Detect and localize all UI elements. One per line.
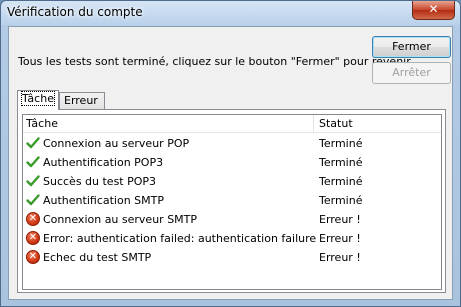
fermer-button-label: Fermer (392, 40, 431, 53)
window-title: Vérification du compte (7, 5, 143, 19)
dialog-client-area: Tous les tests sont terminé, cliquez sur… (8, 26, 453, 300)
arreter-button[interactable]: Arrêter (372, 62, 451, 84)
status-message: Tous les tests sont terminé, cliquez sur… (18, 55, 414, 68)
check-icon (26, 193, 40, 207)
list-header: Tâche Statut (23, 115, 441, 133)
dialog-window: Vérification du compte ✕ Tous les tests … (0, 0, 461, 307)
task-name: Authentification SMTP (43, 194, 164, 207)
tab-tache[interactable]: Tâche (17, 90, 59, 110)
task-list[interactable]: Tâche Statut Connexion au serveur POP Ter… (22, 114, 442, 290)
task-status: Terminé (319, 137, 363, 150)
task-name: Connexion au serveur POP (43, 137, 190, 150)
check-icon (26, 136, 40, 150)
list-item[interactable]: Succès du test POP3 Terminé (23, 172, 441, 191)
arreter-button-label: Arrêter (392, 66, 431, 79)
task-status: Erreur ! (319, 251, 361, 264)
task-name: Connexion au serveur SMTP (43, 213, 198, 226)
column-divider[interactable] (313, 115, 314, 132)
task-status: Terminé (319, 175, 363, 188)
task-name: Authentification POP3 (43, 156, 164, 169)
error-icon: ✕ (26, 212, 40, 226)
list-item[interactable]: Authentification SMTP Terminé (23, 191, 441, 210)
task-status: Erreur ! (319, 213, 361, 226)
task-name: Error: authentication failed: authentica… (43, 232, 317, 245)
column-header-statut[interactable]: Statut (319, 117, 353, 130)
tab-erreur-label: Erreur (64, 94, 98, 107)
tab-erreur[interactable]: Erreur (59, 92, 105, 109)
list-item[interactable]: Connexion au serveur POP Terminé (23, 134, 441, 153)
window-close-button[interactable]: ✕ (412, 1, 455, 20)
check-icon (26, 174, 40, 188)
task-name: Succès du test POP3 (43, 175, 157, 188)
error-icon: ✕ (26, 231, 40, 245)
check-icon (26, 155, 40, 169)
error-icon: ✕ (26, 250, 40, 264)
fermer-button[interactable]: Fermer (372, 36, 451, 58)
column-header-tache[interactable]: Tâche (26, 117, 58, 130)
tab-panel-tache: Tâche Statut Connexion au serveur POP Ter… (17, 109, 446, 293)
task-status: Erreur ! (319, 232, 361, 245)
list-item[interactable]: Authentification POP3 Terminé (23, 153, 441, 172)
list-item[interactable]: ✕ Echec du test SMTP Erreur ! (23, 248, 441, 267)
tab-tache-label: Tâche (21, 91, 55, 106)
list-item[interactable]: ✕ Connexion au serveur SMTP Erreur ! (23, 210, 441, 229)
list-item[interactable]: ✕ Error: authentication failed: authentic… (23, 229, 441, 248)
title-bar[interactable]: Vérification du compte ✕ (1, 1, 460, 25)
task-status: Terminé (319, 194, 363, 207)
task-name: Echec du test SMTP (43, 251, 152, 264)
task-status: Terminé (319, 156, 363, 169)
